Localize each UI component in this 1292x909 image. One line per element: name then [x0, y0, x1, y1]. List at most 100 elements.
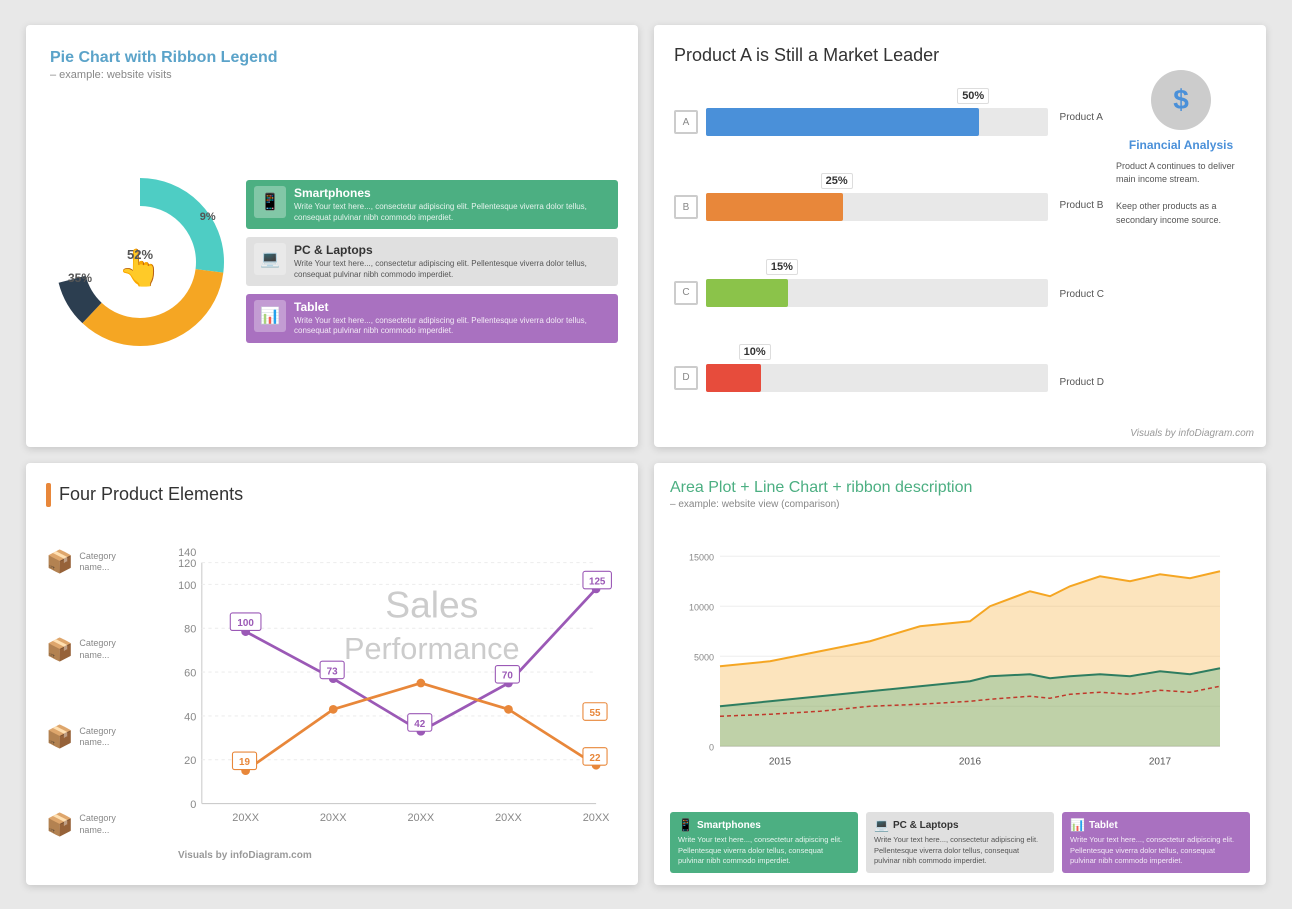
s4-laptop-icon: 💻 — [874, 818, 889, 832]
svg-text:0: 0 — [190, 798, 196, 810]
svg-text:20XX: 20XX — [232, 812, 259, 824]
svg-text:20XX: 20XX — [407, 812, 434, 824]
slide2-content: A 50% B 25% — [674, 70, 1246, 431]
pie-chart: 👆 9% 52% 35% — [50, 172, 230, 352]
slide1-title: Pie Chart with Ribbon Legend — [50, 49, 618, 67]
svg-text:10000: 10000 — [689, 602, 714, 612]
svg-text:140: 140 — [178, 547, 196, 559]
svg-text:Performance: Performance — [344, 631, 520, 665]
svg-text:42: 42 — [414, 718, 425, 729]
area-chart: 15000 10000 5000 0 2015 2016 2017 — [670, 518, 1250, 805]
legend-smartphones-title: Smartphones — [294, 186, 610, 200]
s4-legend-smartphones-header: 📱 Smartphones — [678, 818, 850, 832]
svg-text:40: 40 — [184, 711, 196, 723]
bar-pct-c: 15% — [766, 259, 798, 275]
svg-text:120: 120 — [178, 557, 196, 569]
svg-text:15000: 15000 — [689, 552, 714, 562]
bar-track-d: 10% — [706, 364, 1048, 392]
svg-text:20XX: 20XX — [583, 812, 610, 824]
slide1-content: 👆 9% 52% 35% 📱 Smartphones Write Your te… — [50, 93, 618, 431]
laptop-icon: 💻 — [254, 243, 286, 275]
bar-row-b: B 25% — [674, 193, 1048, 221]
sales-line-chart: 0 20 40 60 80 100 120 140 20XX 20XX 20XX… — [158, 519, 618, 869]
slide3-header: Four Product Elements — [46, 483, 618, 507]
slide3-watermark: Visuals by infoDiagram.com — [178, 850, 312, 861]
svg-text:19: 19 — [239, 757, 250, 768]
bar-pct-b: 25% — [821, 173, 853, 189]
svg-text:20XX: 20XX — [495, 812, 522, 824]
bar-pct-d: 10% — [739, 344, 771, 360]
bar-label-d: D — [674, 366, 698, 390]
bar-fill-b: 25% — [706, 193, 843, 221]
svg-text:0: 0 — [709, 742, 714, 752]
s4-legend-pclaptops: 💻 PC & Laptops Write Your text here..., … — [866, 812, 1054, 873]
orange-accent-bar — [46, 483, 51, 507]
s4-legend-pclaptops-header: 💻 PC & Laptops — [874, 818, 1046, 832]
svg-text:70: 70 — [502, 670, 513, 681]
svg-text:80: 80 — [184, 623, 196, 635]
smartphone-icon: 📱 — [254, 186, 286, 218]
slide-area-plot: Area Plot + Line Chart + ribbon descript… — [654, 463, 1266, 885]
bar-track-b: 25% — [706, 193, 1048, 221]
product-a-label: Product A — [1060, 104, 1104, 132]
s4-legend-smartphones-title: Smartphones — [697, 820, 761, 831]
main-canvas: Pie Chart with Ribbon Legend – example: … — [26, 25, 1266, 885]
svg-text:73: 73 — [327, 666, 338, 677]
bar-label-c: C — [674, 281, 698, 305]
cat-text-2: Category name... — [79, 638, 146, 661]
cat-icon-2: 📦 — [46, 637, 73, 663]
categories-list: 📦 Category name... 📦 Category name... 📦 … — [46, 519, 146, 869]
legend-smartphones: 📱 Smartphones Write Your text here..., c… — [246, 180, 618, 229]
cat-text-4: Category name... — [79, 813, 146, 836]
dollar-icon: $ — [1151, 70, 1211, 130]
bar-fill-c: 15% — [706, 279, 788, 307]
bar-track-c: 15% — [706, 279, 1048, 307]
category-item-1: 📦 Category name... — [46, 549, 146, 575]
bar-fill-d: 10% — [706, 364, 761, 392]
s4-legend-smartphones: 📱 Smartphones Write Your text here..., c… — [670, 812, 858, 873]
cat-icon-3: 📦 — [46, 724, 73, 750]
s4-legend-tablet-title: Tablet — [1089, 820, 1118, 831]
svg-text:20: 20 — [184, 755, 196, 767]
svg-text:100: 100 — [237, 618, 254, 629]
slide-four-products: Four Product Elements 📦 Category name...… — [26, 463, 638, 885]
slide2-watermark: Visuals by infoDiagram.com — [1130, 428, 1254, 439]
svg-text:Sales: Sales — [385, 583, 478, 625]
legend-pclaptops-text: PC & Laptops Write Your text here..., co… — [294, 243, 610, 280]
legend-pclaptops: 💻 PC & Laptops Write Your text here..., … — [246, 237, 618, 286]
product-b-label: Product B — [1060, 192, 1104, 220]
cat-text-1: Category name... — [79, 551, 146, 574]
svg-text:100: 100 — [178, 579, 196, 591]
legend-pclaptops-title: PC & Laptops — [294, 243, 610, 257]
legend-tablet-title: Tablet — [294, 300, 610, 314]
cat-icon-1: 📦 — [46, 549, 73, 575]
slide2-title: Product A is Still a Market Leader — [674, 45, 1246, 66]
product-labels: Product A Product B Product C Product D — [1060, 70, 1104, 431]
legend-tablet: 📊 Tablet Write Your text here..., consec… — [246, 294, 618, 343]
pie-label-35pct: 35% — [68, 271, 92, 285]
svg-text:2015: 2015 — [769, 756, 792, 767]
legend-tablet-text: Tablet Write Your text here..., consecte… — [294, 300, 610, 337]
s4-legend-tablet: 📊 Tablet Write Your text here..., consec… — [1062, 812, 1250, 873]
legend-smartphones-text: Smartphones Write Your text here..., con… — [294, 186, 610, 223]
bar-label-b: B — [674, 195, 698, 219]
legend-tablet-desc: Write Your text here..., consectetur adi… — [294, 316, 610, 337]
svg-text:5000: 5000 — [694, 652, 714, 662]
product-c-label: Product C — [1060, 280, 1104, 308]
slide-market-leader: Product A is Still a Market Leader A 50%… — [654, 25, 1266, 447]
svg-text:125: 125 — [589, 576, 606, 587]
pie-label-9pct: 9% — [200, 211, 216, 223]
svg-text:20XX: 20XX — [320, 812, 347, 824]
tablet-icon: 📊 — [254, 300, 286, 332]
bar-row-a: A 50% — [674, 108, 1048, 136]
financial-box: $ Financial Analysis Product A continues… — [1116, 70, 1246, 431]
s4-smartphone-icon: 📱 — [678, 818, 693, 832]
slide4-subtitle: – example: website view (comparison) — [670, 499, 1250, 510]
financial-title: Financial Analysis — [1116, 138, 1246, 152]
cat-icon-4: 📦 — [46, 812, 73, 838]
svg-text:2017: 2017 — [1149, 756, 1172, 767]
category-item-2: 📦 Category name... — [46, 637, 146, 663]
s4-legend-tablet-header: 📊 Tablet — [1070, 818, 1242, 832]
category-item-3: 📦 Category name... — [46, 724, 146, 750]
svg-text:60: 60 — [184, 667, 196, 679]
